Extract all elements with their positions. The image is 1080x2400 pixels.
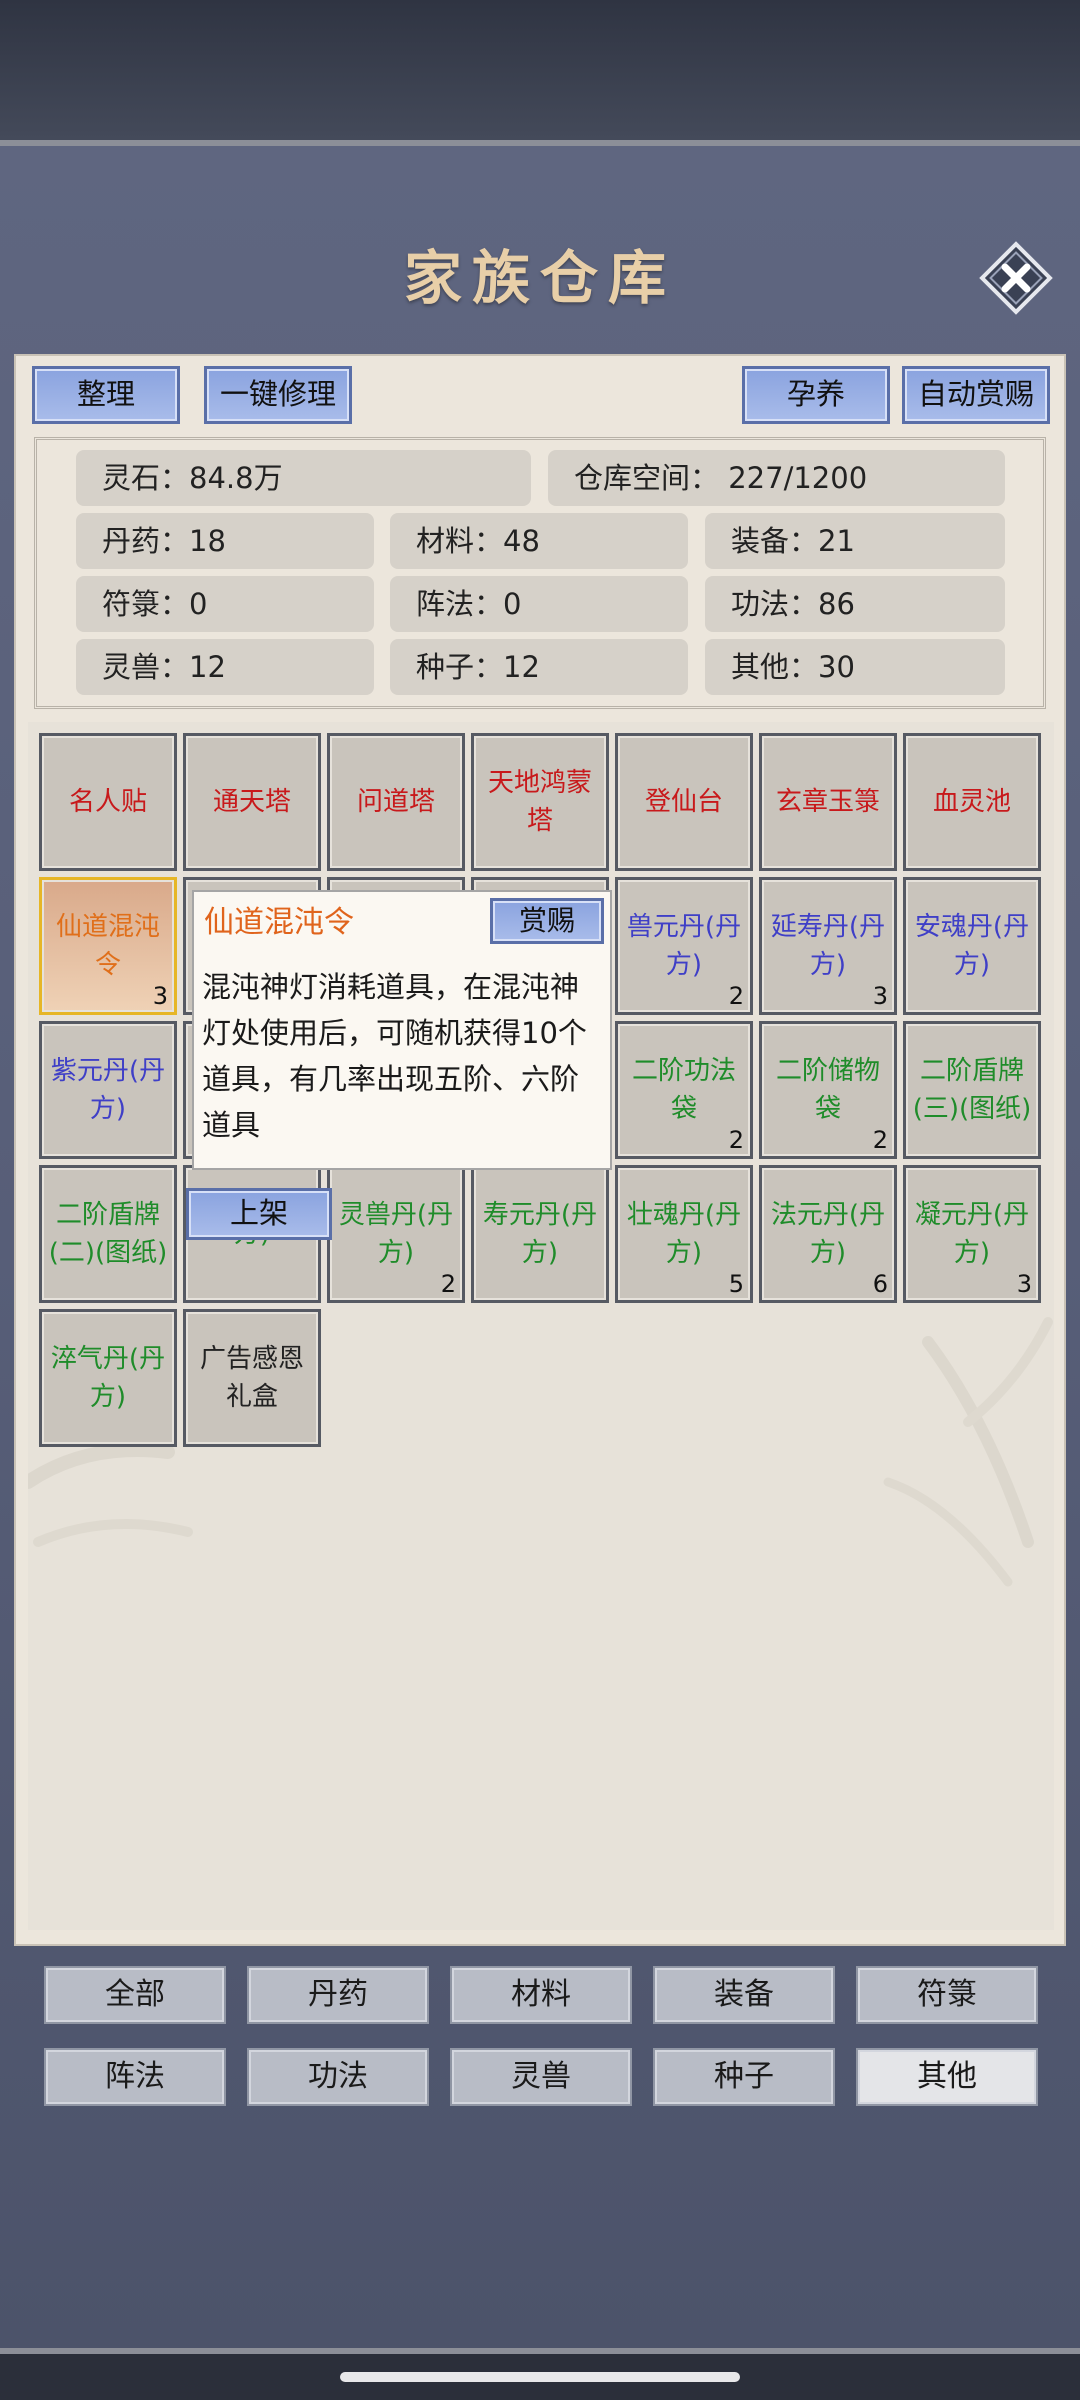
item-slot[interactable]: 玄章玉箓 [759, 733, 897, 871]
item-count: 2 [872, 1126, 888, 1154]
item-slot[interactable]: 凝元丹(丹方) 3 [903, 1165, 1041, 1303]
item-slot[interactable]: 兽元丹(丹方) 2 [615, 877, 753, 1015]
status-bar-area [0, 0, 1080, 140]
item-count: 3 [1016, 1270, 1032, 1298]
item-slot[interactable]: 登仙台 [615, 733, 753, 871]
item-name: 淬气丹(丹方) [50, 1344, 166, 1412]
item-name: 壮魂丹(丹方) [626, 1200, 742, 1268]
item-slot[interactable]: 安魂丹(丹方) [903, 877, 1041, 1015]
item-name: 紫元丹(丹方) [50, 1056, 166, 1124]
item-count: 2 [728, 982, 744, 1010]
filter-tab[interactable]: 阵法 [44, 2048, 226, 2106]
item-slot[interactable]: 名人贴 [39, 733, 177, 871]
item-name: 广告感恩礼盒 [199, 1344, 304, 1412]
storage-space-stat: 仓库空间： 227/1200 [548, 450, 1005, 506]
item-slot[interactable]: 法元丹(丹方) 6 [759, 1165, 897, 1303]
item-slot[interactable]: 二阶盾牌(三)(图纸) [903, 1021, 1041, 1159]
item-slot[interactable]: 问道塔 [327, 733, 465, 871]
tooltip-title: 仙道混沌令 [204, 905, 354, 940]
item-slot[interactable]: 延寿丹(丹方) 3 [759, 877, 897, 1015]
item-slot[interactable]: 寿元丹(丹方) [471, 1165, 609, 1303]
filter-tab[interactable]: 符箓 [856, 1966, 1038, 2024]
nurture-button[interactable]: 孕养 [742, 366, 890, 424]
item-count: 3 [152, 982, 168, 1010]
stat-equipment: 装备：21 [705, 513, 1005, 569]
item-name: 登仙台 [644, 787, 723, 817]
item-name: 凝元丹(丹方) [914, 1200, 1030, 1268]
sort-button[interactable]: 整理 [32, 366, 180, 424]
stat-talismans: 符箓：0 [76, 576, 374, 632]
close-button[interactable] [978, 240, 1054, 316]
repair-all-button[interactable]: 一键修理 [204, 366, 352, 424]
item-slot[interactable]: 二阶盾牌(二)(图纸) [39, 1165, 177, 1303]
stat-techniques: 功法：86 [705, 576, 1005, 632]
auto-reward-button[interactable]: 自动赏赐 [902, 366, 1050, 424]
item-name: 二阶功法袋 [631, 1056, 736, 1124]
page-title: 家族仓库 [403, 244, 676, 312]
filter-tab[interactable]: 种子 [653, 2048, 835, 2106]
item-name: 延寿丹(丹方) [770, 912, 886, 980]
item-name: 兽元丹(丹方) [626, 912, 742, 980]
item-slot[interactable]: 二阶功法袋 2 [615, 1021, 753, 1159]
item-count: 5 [728, 1270, 744, 1298]
filter-tab[interactable]: 装备 [653, 1966, 835, 2024]
item-name: 灵兽丹(丹方) [338, 1200, 454, 1268]
item-count: 6 [872, 1270, 888, 1298]
item-name: 寿元丹(丹方) [482, 1200, 598, 1268]
filter-tab[interactable]: 功法 [247, 2048, 429, 2106]
item-name: 法元丹(丹方) [770, 1200, 886, 1268]
item-slot[interactable]: 广告感恩礼盒 [183, 1309, 321, 1447]
item-name: 名人贴 [68, 787, 147, 817]
item-tooltip: 仙道混沌令 赏赐 混沌神灯消耗道具，在混沌神灯处使用后，可随机获得10个道具，有… [192, 890, 612, 1170]
list-for-sale-button[interactable]: 上架 [186, 1188, 332, 1240]
item-count: 2 [440, 1270, 456, 1298]
item-name: 二阶盾牌(三)(图纸) [912, 1056, 1032, 1124]
stat-pills: 丹药：18 [76, 513, 374, 569]
item-name: 二阶储物袋 [775, 1056, 880, 1124]
item-slot[interactable]: 二阶储物袋 2 [759, 1021, 897, 1159]
filter-tab[interactable]: 材料 [450, 1966, 632, 2024]
item-name: 仙道混沌令 [55, 912, 160, 980]
item-slot[interactable]: 壮魂丹(丹方) 5 [615, 1165, 753, 1303]
item-name: 血灵池 [932, 787, 1011, 817]
item-name: 二阶盾牌(二)(图纸) [48, 1200, 168, 1268]
item-slot[interactable]: 淬气丹(丹方) [39, 1309, 177, 1447]
stat-others: 其他：30 [705, 639, 1005, 695]
item-count: 2 [728, 1126, 744, 1154]
item-slot[interactable]: 血灵池 [903, 733, 1041, 871]
item-name: 天地鸿蒙塔 [487, 768, 592, 836]
item-name: 问道塔 [356, 787, 435, 817]
spirit-stone-stat: 灵石：84.8万 [76, 450, 531, 506]
item-slot[interactable]: 紫元丹(丹方) [39, 1021, 177, 1159]
item-name: 通天塔 [212, 787, 291, 817]
home-indicator[interactable] [340, 2372, 740, 2382]
reward-button[interactable]: 赏赐 [490, 898, 604, 944]
item-name: 玄章玉箓 [775, 787, 880, 817]
stat-beasts: 灵兽：12 [76, 639, 374, 695]
item-slot[interactable]: 通天塔 [183, 733, 321, 871]
item-slot[interactable]: 仙道混沌令 3 [39, 877, 177, 1015]
item-count: 3 [872, 982, 888, 1010]
stat-materials: 材料：48 [390, 513, 688, 569]
filter-tab[interactable]: 灵兽 [450, 2048, 632, 2106]
stat-seeds: 种子：12 [390, 639, 688, 695]
filter-tab[interactable]: 其他 [856, 2048, 1038, 2106]
filter-tab[interactable]: 全部 [44, 1966, 226, 2024]
stat-formations: 阵法：0 [390, 576, 688, 632]
filter-tab[interactable]: 丹药 [247, 1966, 429, 2024]
item-slot[interactable]: 天地鸿蒙塔 [471, 733, 609, 871]
tooltip-description: 混沌神灯消耗道具，在混沌神灯处使用后，可随机获得10个道具，有几率出现五阶、六阶… [202, 970, 587, 1142]
item-slot[interactable]: 灵兽丹(丹方) 2 [327, 1165, 465, 1303]
item-name: 安魂丹(丹方) [914, 912, 1030, 980]
close-icon [979, 241, 1053, 315]
